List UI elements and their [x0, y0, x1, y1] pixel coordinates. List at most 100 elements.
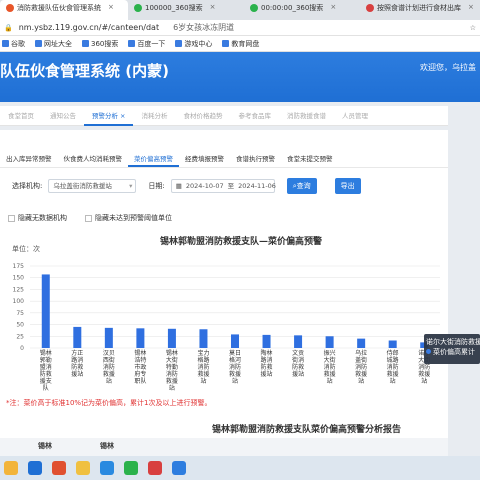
warning-tab[interactable]: 食堂未提交预警	[281, 150, 339, 167]
tab-label: 00:00:00_360搜索	[261, 4, 324, 12]
filter-checkbox[interactable]: 隐藏未达到预警阈值单位	[85, 213, 172, 223]
sub-tab[interactable]: 参考食品库	[230, 106, 279, 126]
query-button[interactable]: ⌕查询	[286, 178, 317, 194]
filter-checkbox[interactable]: 隐藏无数据机构	[8, 213, 67, 223]
org-select[interactable]: 乌拉盖街消防救援站	[48, 179, 137, 193]
y-tick-label: 150	[13, 275, 25, 282]
close-icon[interactable]: ×	[468, 3, 474, 11]
browser-icon[interactable]	[52, 461, 66, 475]
series-dot-icon	[426, 349, 431, 354]
tab-favicon-icon	[134, 4, 142, 12]
browser-tab[interactable]: 按照食谱计划进行食材出库 ×	[360, 0, 480, 20]
bookmark-icon	[128, 40, 136, 47]
bookmark-item[interactable]: 360搜索	[82, 39, 118, 49]
y-tick-label: 25	[16, 333, 24, 340]
date-range[interactable]: ▦ 2024-10-07 至 2024-11-06	[170, 179, 276, 193]
date-from[interactable]: 2024-10-07	[186, 180, 224, 192]
sub-tab[interactable]: 食材价格趋势	[175, 106, 230, 126]
close-icon[interactable]: ×	[210, 3, 216, 11]
bar	[388, 340, 397, 348]
tab-favicon-icon	[366, 4, 374, 12]
bar	[357, 338, 366, 348]
checkbox-box[interactable]	[8, 214, 15, 222]
search-hint[interactable]: 6岁女孩冰冻阴道	[173, 22, 234, 33]
tab-favicon-icon	[250, 4, 258, 12]
tab-favicon-icon	[6, 4, 14, 12]
sub-tab-label: 消耗分析	[141, 111, 168, 120]
bookmark-item[interactable]: 教育网盘	[222, 39, 259, 49]
bookmark-label: 教育网盘	[231, 39, 260, 48]
bookmark-icon	[2, 40, 9, 47]
bar	[167, 328, 176, 348]
bar	[231, 334, 239, 348]
x-tick-label: 锡林浩特市政府专职队	[134, 349, 146, 385]
bookmark-item[interactable]: 谷歌	[2, 39, 25, 49]
address-bar[interactable]: 🔒 nm.ysbz.119.gov.cn/#/canteen/dat 6岁女孩冰…	[0, 20, 480, 36]
browser-tab[interactable]: 100000_360搜索 ×	[128, 0, 244, 20]
sub-tab-label: 通知公告	[50, 111, 76, 120]
warning-tab[interactable]: 菜价偏高预警	[128, 150, 179, 167]
app-icon[interactable]	[124, 461, 138, 475]
bookmark-item[interactable]: 百度一下	[128, 39, 165, 49]
weather-icon[interactable]	[4, 461, 18, 475]
x-tick-label: 宝力格路消防救援站	[197, 349, 209, 385]
url-text[interactable]: nm.ysbz.119.gov.cn/#/canteen/dat	[19, 23, 159, 32]
y-tick-label: 100	[13, 298, 25, 305]
browser-tab[interactable]: 00:00:00_360搜索 ×	[244, 0, 360, 20]
close-icon[interactable]: ×	[330, 3, 336, 11]
chat-icon[interactable]	[172, 461, 186, 475]
close-icon[interactable]: ×	[120, 112, 125, 120]
edge-icon[interactable]	[100, 461, 114, 475]
sub-tab-label: 参考食品库	[238, 111, 271, 120]
x-tick-label: 侍郎城路消防救援站	[387, 349, 399, 385]
y-tick-label: 0	[20, 345, 24, 352]
export-button[interactable]: 导出	[334, 178, 361, 194]
star-icon[interactable]: ☆	[470, 24, 476, 32]
bookmark-label: 百度一下	[137, 39, 166, 48]
y-tick-label: 75	[16, 310, 24, 317]
sub-tab[interactable]: 人员管理	[334, 106, 376, 126]
date-to[interactable]: 2024-11-06	[238, 180, 276, 192]
chart-tooltip: 诺尔大街消防救援站 菜价偏高累计	[424, 334, 480, 364]
bar	[41, 274, 50, 348]
x-tick-label: 莫日格河消防救援站	[229, 349, 241, 385]
tab-label: 100000_360搜索	[145, 4, 203, 12]
sub-tab[interactable]: 预警分析 ×	[84, 106, 134, 126]
close-icon[interactable]: ×	[108, 3, 114, 11]
bookmark-label: 360搜索	[91, 39, 119, 48]
bar	[199, 329, 208, 348]
folder-icon[interactable]	[76, 461, 90, 475]
bar	[262, 334, 271, 348]
app-header: 队伍伙食管理系统 (内蒙) 欢迎您，乌拉盖 出入库管理信息公示账簿管理预警管控监…	[0, 52, 480, 154]
start-icon[interactable]	[28, 461, 42, 475]
bookmark-item[interactable]: 网址大全	[35, 39, 72, 49]
browser-tab[interactable]: 消防救援队伍伙食管理系统 ×	[0, 0, 128, 20]
warning-tab[interactable]: 食谱执行预警	[230, 150, 281, 167]
warning-tab[interactable]: 出入库异常预警	[0, 150, 58, 167]
sub-tab-label: 食材价格趋势	[183, 111, 223, 120]
bookmark-item[interactable]: 游戏中心	[175, 39, 212, 49]
taskbar	[0, 456, 480, 480]
sub-tabs: 食堂首页 通知公告 预警分析 × 消耗分析 食材价格趋势 参考食品库 消防救援食谱 人员管理	[0, 106, 480, 126]
sub-tab[interactable]: 食堂首页	[0, 106, 42, 126]
sub-tab[interactable]: 消防救援食谱	[279, 106, 334, 126]
x-tick-label: 振兴大街消防救援站	[324, 349, 336, 385]
bookmark-label: 网址大全	[44, 39, 72, 48]
sub-tab-label: 预警分析	[92, 111, 118, 120]
sub-tab-label: 消防救援食谱	[286, 111, 326, 120]
date-label: 日期:	[148, 182, 165, 190]
warning-tab[interactable]: 伙食费人均消耗预警	[58, 150, 129, 167]
sub-tab[interactable]: 消耗分析	[133, 106, 175, 126]
checkbox-box[interactable]	[85, 214, 92, 222]
sub-tab[interactable]: 通知公告	[42, 106, 84, 126]
x-tick-label: 陶林路消防救援站	[261, 349, 273, 378]
tab-label: 消防救援队伍伙食管理系统	[17, 4, 101, 12]
bookmark-icon	[222, 40, 230, 47]
calendar-icon: ▦	[175, 182, 182, 190]
warning-tab[interactable]: 经费填报预警	[179, 150, 230, 167]
x-tick-label: 文贡街消防救援站	[292, 349, 304, 378]
chart-title: 锡林郭勒盟消防救援支队—菜价偏高预警	[160, 237, 323, 247]
bar	[294, 335, 303, 348]
bookmark-icon	[175, 40, 183, 47]
wps-icon[interactable]	[148, 461, 162, 475]
